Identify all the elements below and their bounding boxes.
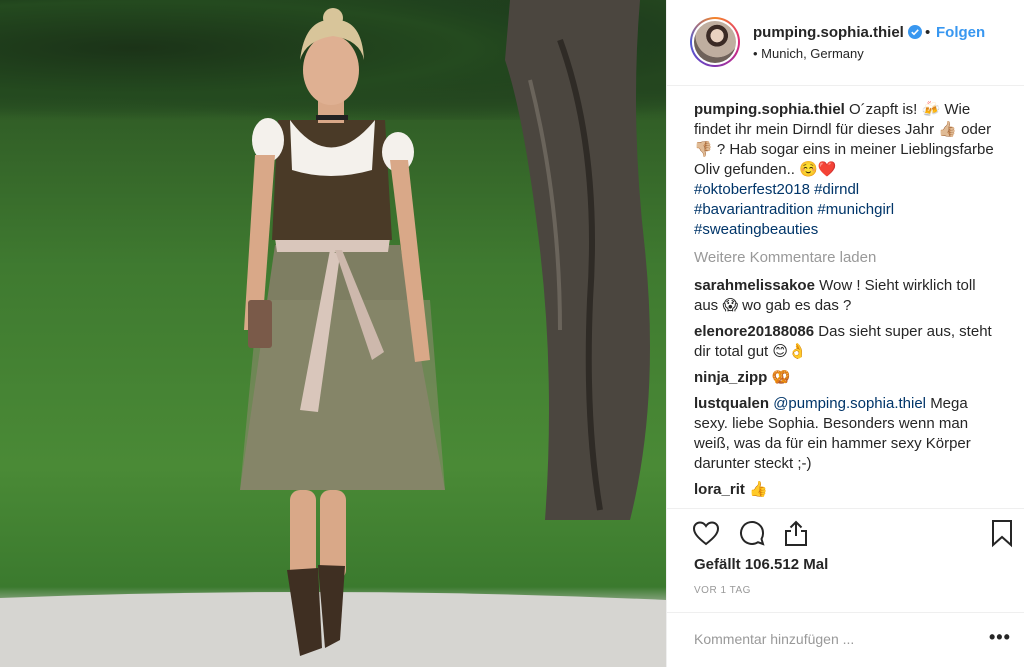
- post-photo[interactable]: [0, 0, 666, 667]
- add-comment-input[interactable]: Kommentar hinzufügen ...: [694, 631, 854, 647]
- photo-scene: [0, 0, 666, 667]
- more-options-icon[interactable]: •••: [989, 627, 1011, 648]
- leg-left: [290, 490, 316, 580]
- comment-item: elenore20188086 Das sieht super aus, ste…: [694, 322, 994, 362]
- hashtag-link[interactable]: #bavariantradition: [694, 201, 813, 218]
- handbag: [248, 300, 272, 348]
- add-comment-section: Kommentar hinzufügen ... •••: [667, 612, 1024, 667]
- header-username[interactable]: pumping.sophia.thiel: [753, 24, 904, 41]
- comment-text: 🥨: [771, 369, 791, 386]
- caption: pumping.sophia.thiel O´zapft is! 🍻 Wie f…: [694, 100, 994, 240]
- separator-dot: •: [925, 24, 931, 41]
- heart-icon[interactable]: [691, 518, 721, 548]
- comment-item: ninja_zipp 🥨: [694, 368, 994, 388]
- comment-username[interactable]: elenore20188086: [694, 323, 814, 340]
- verified-badge-icon: [908, 25, 922, 39]
- action-bar: [667, 508, 1024, 558]
- comment-item: lora_rit 👍: [694, 480, 994, 500]
- comment-username[interactable]: lora_rit: [694, 481, 745, 498]
- comments-list: pumping.sophia.thiel O´zapft is! 🍻 Wie f…: [694, 100, 994, 506]
- post-sidebar: pumping.sophia.thiel • Folgen • Munich, …: [666, 0, 1024, 667]
- share-icon[interactable]: [781, 518, 811, 548]
- follow-button[interactable]: Folgen: [936, 24, 985, 41]
- hashtag-link[interactable]: #munichgirl: [817, 201, 894, 218]
- hashtag-link[interactable]: #oktoberfest2018: [694, 181, 810, 198]
- avatar[interactable]: [690, 17, 740, 67]
- post-timestamp: VOR 1 TAG: [694, 585, 751, 596]
- comment-username[interactable]: sarahmelissakoe: [694, 277, 815, 294]
- comment-icon[interactable]: [737, 518, 767, 548]
- location-link[interactable]: • Munich, Germany: [753, 46, 864, 61]
- bookmark-icon[interactable]: [987, 518, 1017, 548]
- tree-trunk: [505, 0, 650, 520]
- hashtag-link[interactable]: #dirndl: [814, 181, 859, 198]
- dirndl-bodice: [272, 120, 392, 240]
- mention-link[interactable]: @pumping.sophia.thiel: [773, 395, 926, 412]
- caption-username[interactable]: pumping.sophia.thiel: [694, 101, 845, 118]
- comment-username[interactable]: ninja_zipp: [694, 369, 767, 386]
- comment-item: sarahmelissakoe Wow ! Sieht wirklich tol…: [694, 276, 994, 316]
- face: [303, 35, 359, 105]
- comment-item: lustqualen @pumping.sophia.thiel Mega se…: [694, 394, 994, 474]
- comment-username[interactable]: lustqualen: [694, 395, 769, 412]
- comment-text: 👍: [749, 481, 768, 498]
- apron-sash: [275, 238, 390, 252]
- post-header: pumping.sophia.thiel • Folgen • Munich, …: [667, 0, 1024, 86]
- like-count[interactable]: Gefällt 106.512 Mal: [694, 556, 828, 573]
- load-more-comments-button[interactable]: Weitere Kommentare laden: [694, 248, 994, 268]
- hashtag-link[interactable]: #sweatingbeauties: [694, 221, 818, 238]
- avatar-image: [694, 21, 736, 63]
